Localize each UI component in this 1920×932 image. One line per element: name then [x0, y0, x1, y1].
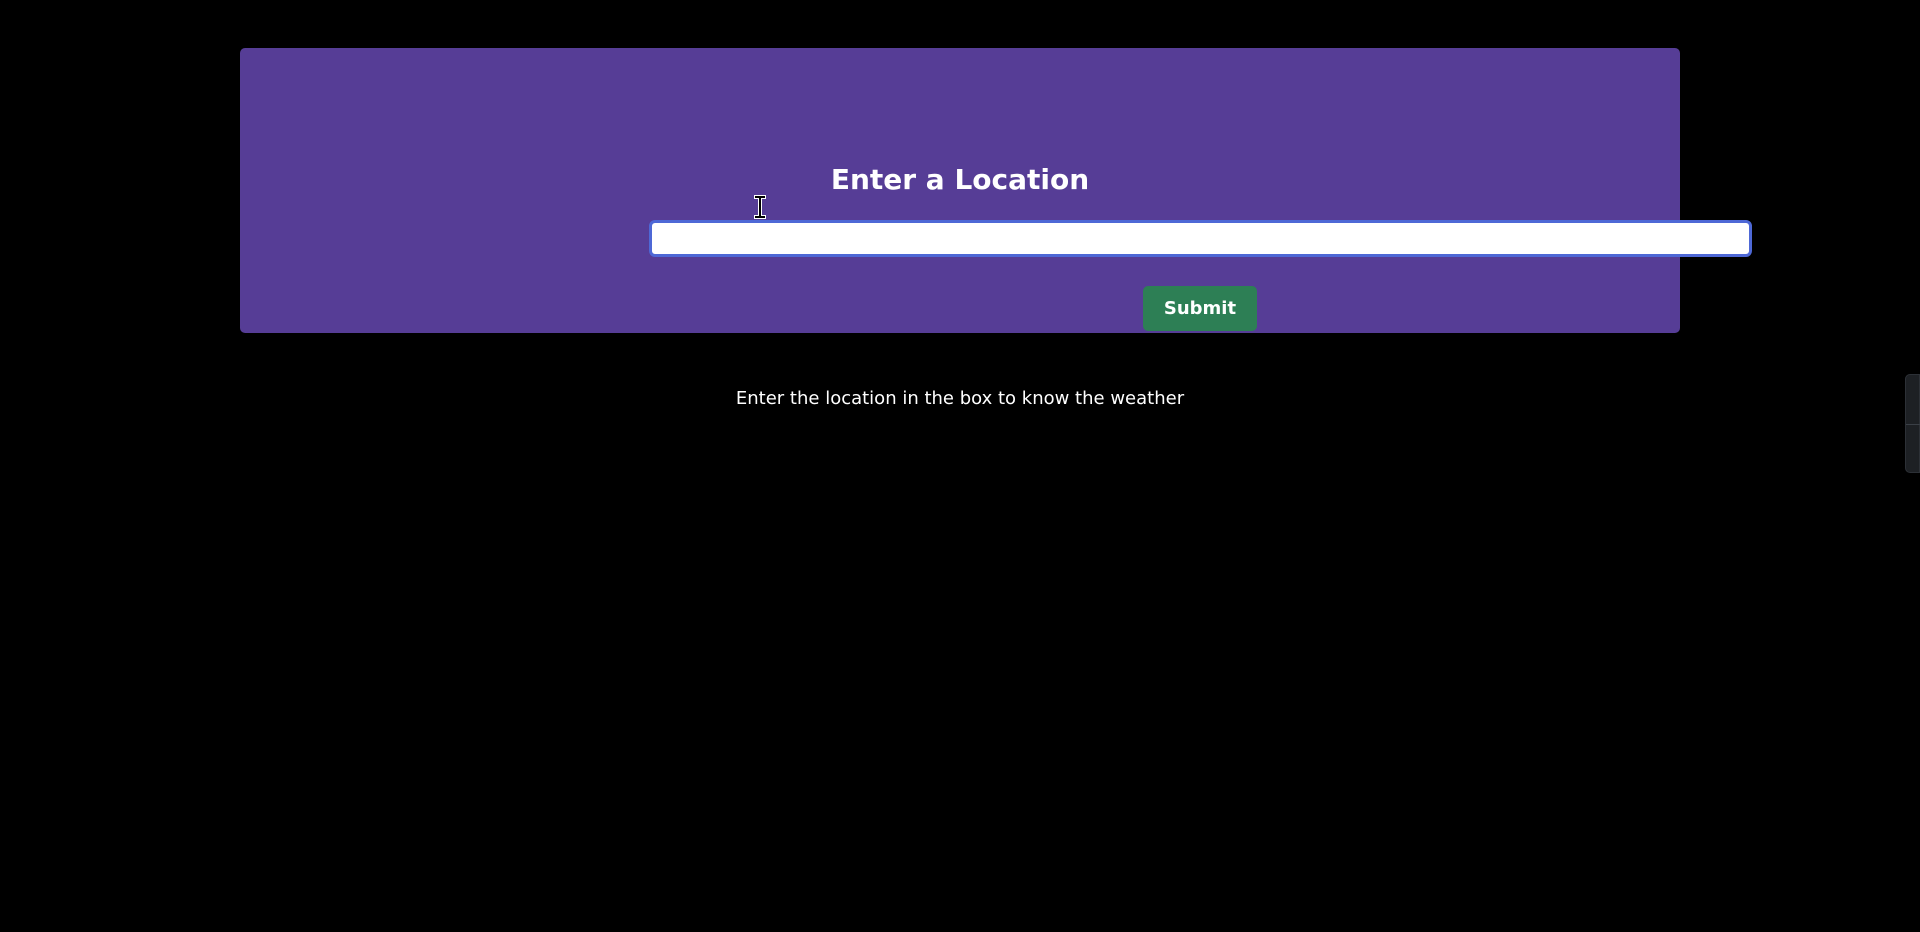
side-handle-divider — [1906, 424, 1920, 425]
location-input[interactable] — [649, 220, 1752, 257]
helper-text: Enter the location in the box to know th… — [735, 388, 1185, 409]
side-panel-handle[interactable] — [1905, 374, 1920, 473]
weather-page: Enter a Location Submit Enter the locati… — [0, 0, 1920, 932]
location-card: Enter a Location Submit — [240, 48, 1752, 333]
submit-button[interactable]: Submit — [1143, 286, 1257, 331]
page-title: Enter a Location — [830, 163, 1090, 196]
